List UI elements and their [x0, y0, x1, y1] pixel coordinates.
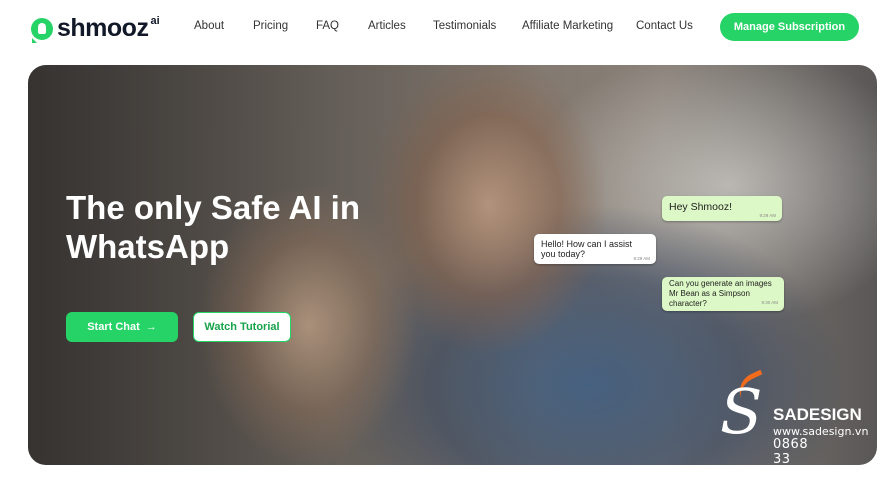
message-text: Hello! How can I assist you today? [541, 239, 633, 259]
chat-bubble-outgoing: Can you generate an images Mr Bean as a … [662, 277, 784, 311]
nav-testimonials[interactable]: Testimonials [433, 20, 496, 32]
logo[interactable]: shmooz ai [31, 14, 160, 43]
hero-banner: The only Safe AI in WhatsApp Start Chat … [28, 65, 877, 465]
manage-subscription-button[interactable]: Manage Subscription [720, 13, 859, 41]
message-time: 9:30 AM [761, 300, 778, 305]
message-text: Can you generate an images Mr Bean as a … [669, 279, 772, 308]
nav-about[interactable]: About [194, 20, 224, 32]
message-text: Hey Shmooz! [669, 201, 733, 213]
watch-tutorial-button[interactable]: Watch Tutorial [193, 312, 291, 342]
chat-bubble-incoming: Hello! How can I assist you today? 9:29 … [534, 234, 656, 264]
top-nav: shmooz ai About Pricing FAQ Articles Tes… [0, 0, 890, 55]
start-chat-button[interactable]: Start Chat → [66, 312, 178, 342]
start-chat-label: Start Chat [87, 321, 140, 333]
message-time: 9:29 AM [759, 213, 776, 218]
s-logo-icon: S [720, 375, 763, 448]
hero-title: The only Safe AI in WhatsApp [66, 189, 360, 265]
nav-contact-us[interactable]: Contact Us [636, 20, 693, 32]
chat-bubble-logo-icon [31, 17, 53, 43]
nav-pricing[interactable]: Pricing [253, 20, 288, 32]
nav-faq[interactable]: FAQ [316, 20, 339, 32]
watermark-name: SADESIGN [773, 405, 862, 424]
logo-suffix: ai [150, 15, 160, 27]
nav-articles[interactable]: Articles [368, 20, 406, 32]
message-time: 9:29 AM [633, 256, 650, 261]
nav-affiliate-marketing[interactable]: Affiliate Marketing [522, 20, 613, 32]
chat-bubble-outgoing: Hey Shmooz! 9:29 AM [662, 196, 782, 221]
arrow-right-icon: → [145, 321, 157, 333]
watermark-phone: 0868 33 9999 [773, 437, 809, 465]
logo-text: shmooz [57, 14, 149, 42]
